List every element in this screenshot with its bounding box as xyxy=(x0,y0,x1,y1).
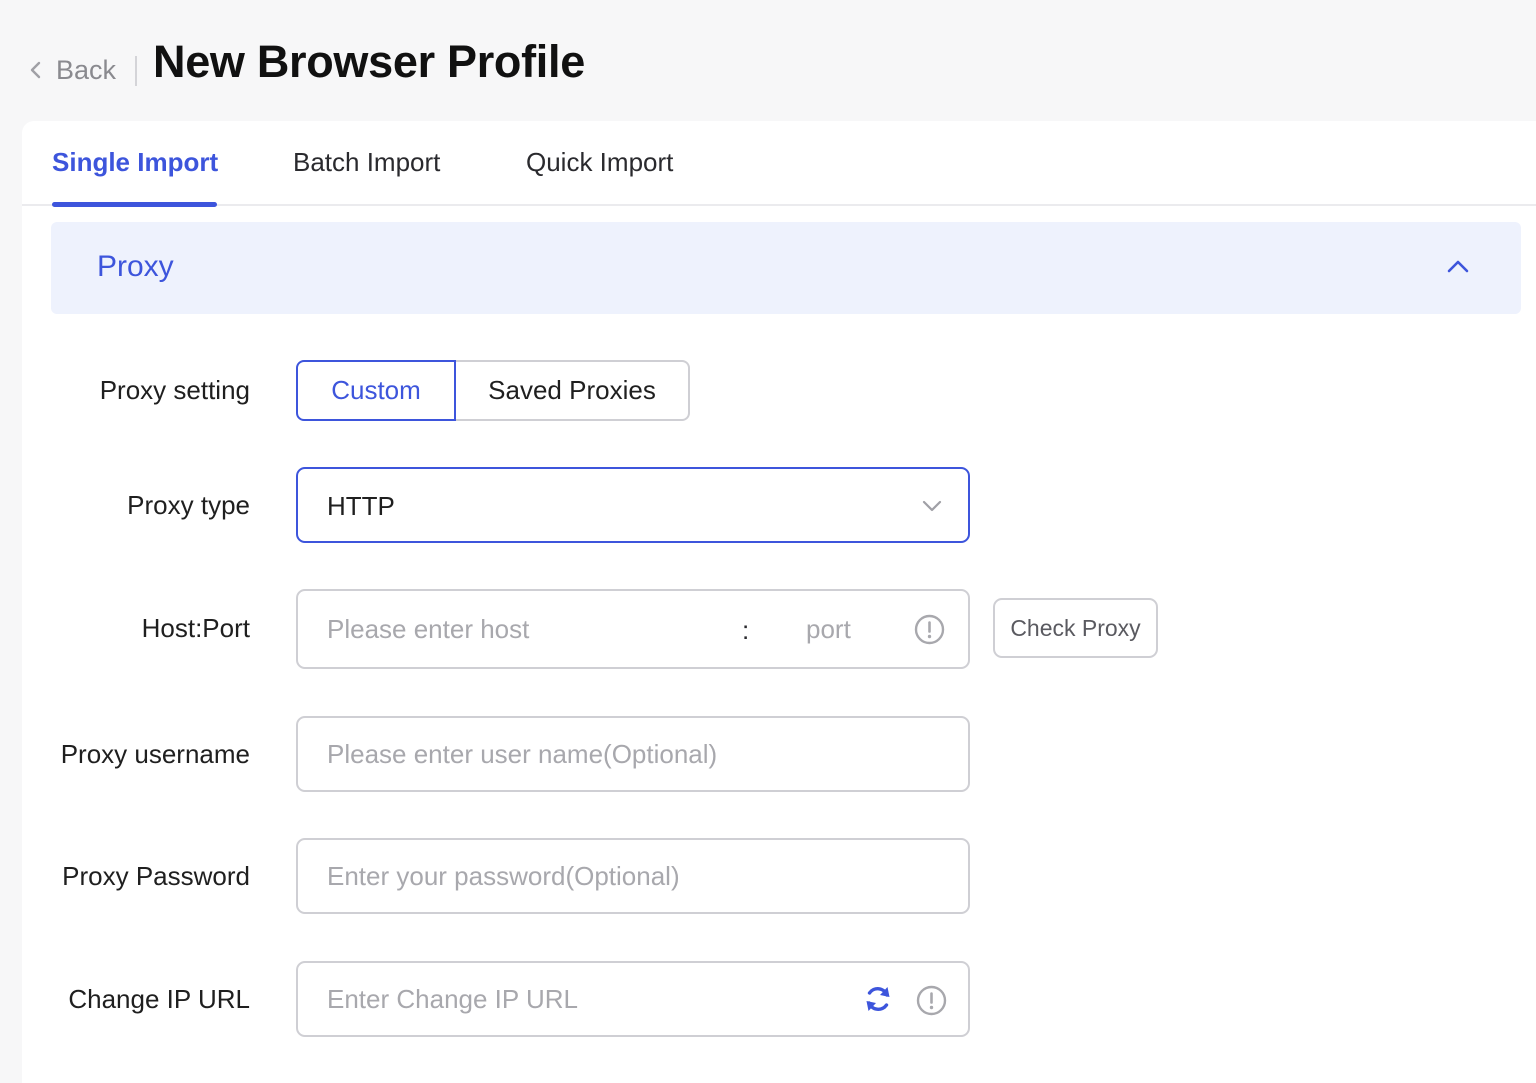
chevron-left-icon xyxy=(30,61,41,79)
proxy-type-label: Proxy type xyxy=(127,490,250,520)
proxy-section-title: Proxy xyxy=(97,250,174,283)
tab-quick-import[interactable]: Quick Import xyxy=(526,147,673,178)
host-port-field: : xyxy=(296,589,970,669)
proxy-type-value: HTTP xyxy=(327,491,395,521)
proxy-password-input[interactable] xyxy=(327,840,937,912)
custom-option-button[interactable]: Custom xyxy=(296,360,456,421)
active-tab-indicator xyxy=(52,202,217,207)
page-header: Back New Browser Profile xyxy=(0,0,1536,120)
back-label: Back xyxy=(56,54,117,85)
proxy-password-label: Proxy Password xyxy=(62,861,250,891)
page-title: New Browser Profile xyxy=(153,36,585,87)
proxy-username-input[interactable] xyxy=(327,718,937,790)
change-ip-url-label: Change IP URL xyxy=(68,984,250,1014)
proxy-password-field xyxy=(296,838,970,914)
info-icon[interactable] xyxy=(916,985,947,1016)
change-ip-url-field xyxy=(296,961,970,1037)
chevron-down-icon xyxy=(922,500,942,512)
host-port-label: Host:Port xyxy=(141,613,250,643)
check-proxy-button[interactable]: Check Proxy xyxy=(993,598,1158,658)
tab-single-import[interactable]: Single Import xyxy=(52,147,218,178)
profile-card: Single Import Batch Import Quick Import … xyxy=(22,121,1536,1083)
host-port-separator: : xyxy=(742,615,750,645)
proxy-username-label: Proxy username xyxy=(60,739,250,769)
chevron-up-icon[interactable] xyxy=(1447,258,1469,274)
proxy-section-header[interactable]: Proxy xyxy=(51,222,1521,314)
refresh-icon[interactable] xyxy=(863,984,893,1014)
back-button[interactable]: Back xyxy=(28,52,116,88)
tab-batch-import[interactable]: Batch Import xyxy=(293,147,440,178)
saved-proxies-option-button[interactable]: Saved Proxies xyxy=(456,360,690,421)
change-ip-url-input[interactable] xyxy=(327,963,847,1035)
proxy-setting-toggle: Custom Saved Proxies xyxy=(296,360,690,421)
proxy-username-field xyxy=(296,716,970,792)
port-input[interactable] xyxy=(806,591,896,667)
import-tabs: Single Import Batch Import Quick Import xyxy=(22,121,1536,207)
proxy-type-select[interactable]: HTTP xyxy=(296,467,970,543)
host-input[interactable] xyxy=(327,591,707,667)
info-icon[interactable] xyxy=(914,614,945,645)
header-divider xyxy=(135,56,137,86)
proxy-setting-label: Proxy setting xyxy=(99,375,250,405)
